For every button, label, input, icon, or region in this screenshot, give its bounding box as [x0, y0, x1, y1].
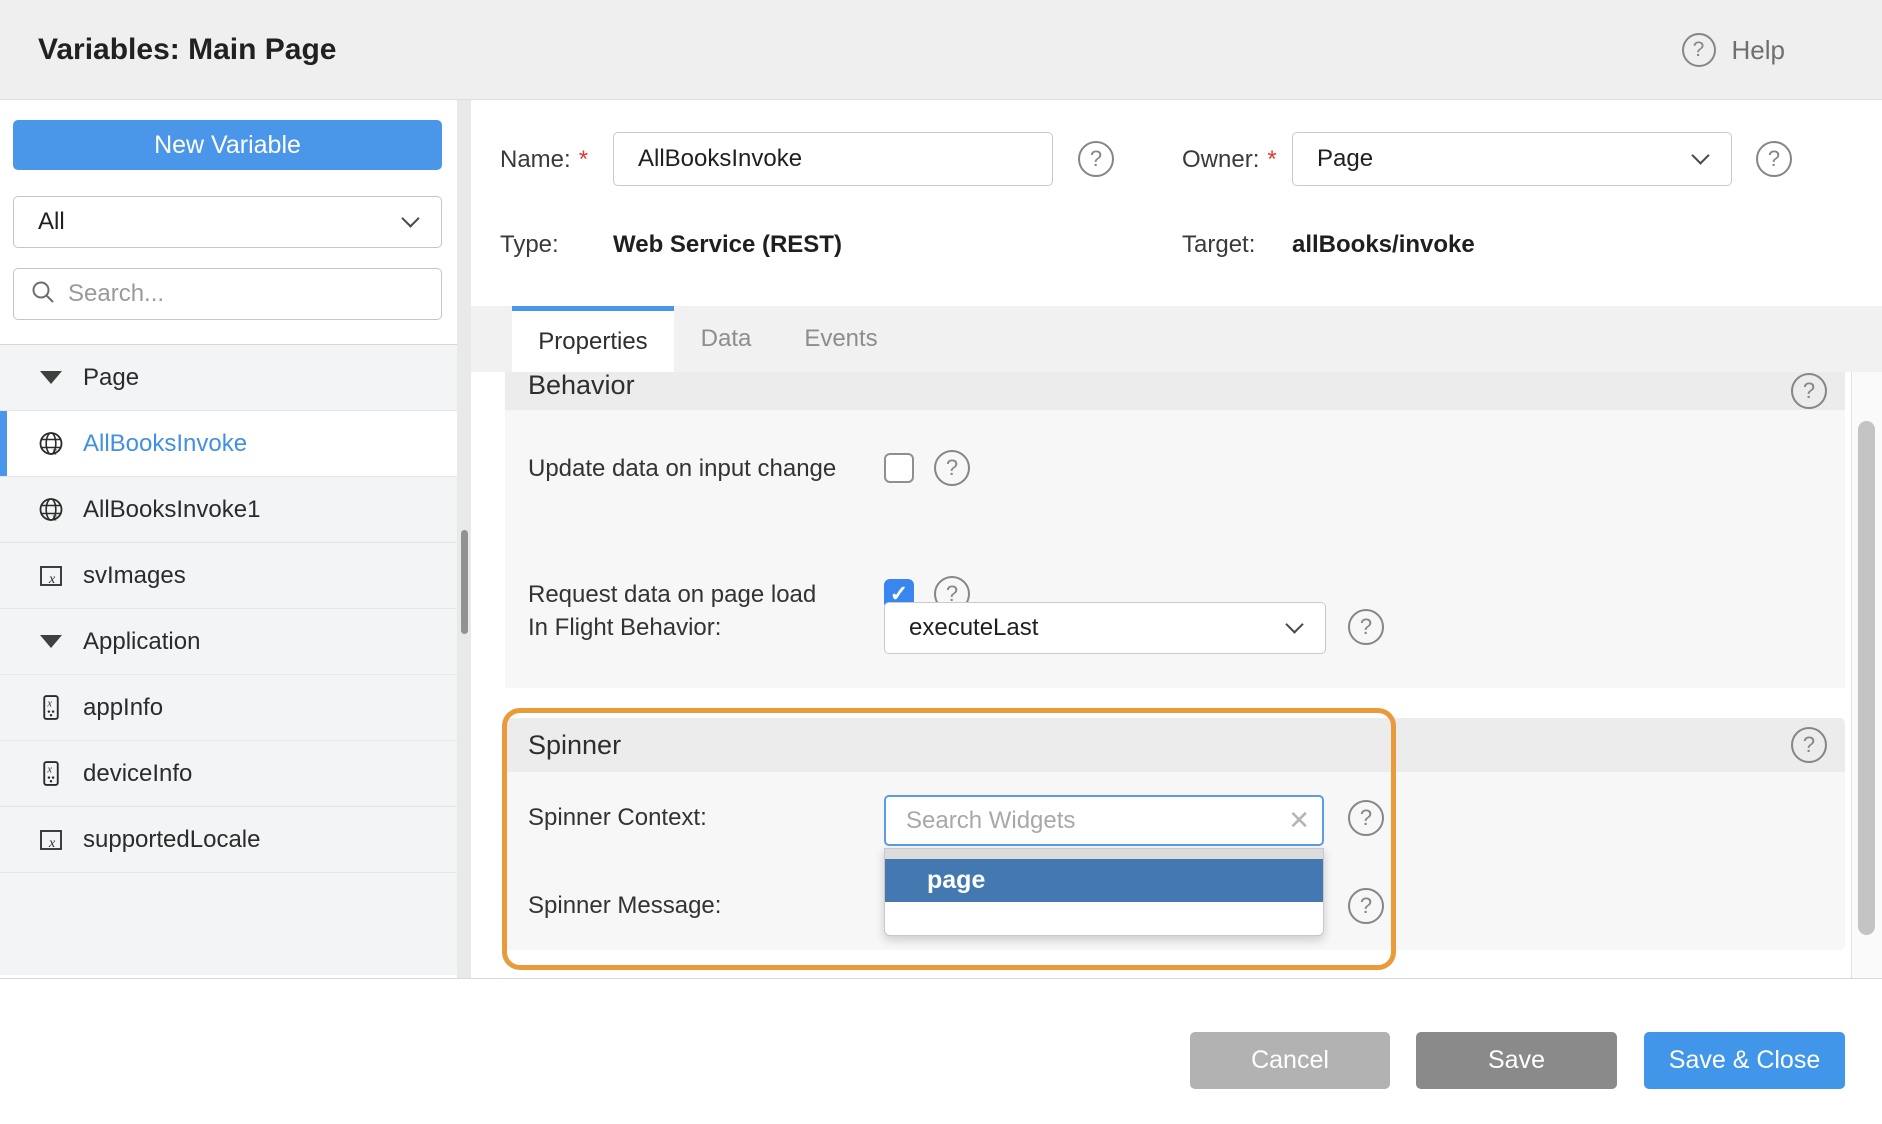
svg-text:x: x	[51, 446, 57, 458]
sidebar-scrollbar-thumb[interactable]	[461, 530, 468, 634]
web-service-icon: x	[38, 496, 64, 523]
dialog-header: Variables: Main Page ? Help	[0, 0, 1882, 100]
target-label: Target:	[1182, 220, 1255, 270]
spinner-context-help-icon[interactable]: ?	[1348, 800, 1384, 836]
name-help-icon[interactable]: ?	[1078, 141, 1114, 177]
tree-item-allbooksinvoke1[interactable]: x AllBooksInvoke1	[0, 477, 457, 543]
svg-text:x: x	[48, 836, 56, 851]
spinner-section-title: Spinner	[528, 718, 621, 772]
tree-item-appinfo[interactable]: x appInfo	[0, 675, 457, 741]
spinner-message-label: Spinner Message:	[528, 881, 721, 931]
collapse-triangle-icon[interactable]	[38, 635, 64, 648]
tree-item-svimages[interactable]: x svImages	[0, 543, 457, 609]
target-value: allBooks/invoke	[1292, 220, 1475, 270]
tree-item-allbooksinvoke[interactable]: x AllBooksInvoke	[0, 411, 457, 477]
variable-search[interactable]	[13, 268, 442, 320]
tree-group-page[interactable]: Page	[0, 345, 457, 411]
tree-item-label: appInfo	[83, 694, 163, 722]
required-asterisk: *	[1267, 146, 1276, 174]
page-title: Variables: Main Page	[38, 0, 336, 100]
search-icon	[30, 279, 56, 310]
chevron-down-icon	[401, 209, 419, 227]
model-variable-icon: x	[38, 760, 64, 787]
in-flight-select[interactable]: executeLast	[884, 602, 1326, 654]
update-data-label: Update data on input change	[528, 444, 836, 494]
dropdown-option-page[interactable]: page	[885, 859, 1323, 902]
tree-item-label: deviceInfo	[83, 760, 192, 788]
type-label: Type:	[500, 220, 559, 270]
tab-properties[interactable]: Properties	[512, 306, 674, 372]
owner-help-icon[interactable]: ?	[1756, 141, 1792, 177]
filter-value: All	[38, 208, 65, 236]
behavior-section-body: Update data on input change ? Request da…	[505, 410, 1845, 688]
static-variable-icon: x	[38, 563, 64, 589]
clear-icon[interactable]: ✕	[1288, 805, 1310, 836]
static-variable-icon: x	[38, 827, 64, 853]
tree-item-deviceinfo[interactable]: x deviceInfo	[0, 741, 457, 807]
svg-text:x: x	[51, 512, 57, 524]
cancel-button[interactable]: Cancel	[1190, 1032, 1390, 1089]
in-flight-help-icon[interactable]: ?	[1348, 609, 1384, 645]
tree-item-label: AllBooksInvoke	[83, 430, 247, 458]
svg-text:x: x	[48, 572, 56, 587]
variables-tree: Page x AllBooksInvoke x AllBooksInvoke1 …	[0, 344, 457, 975]
svg-text:x: x	[46, 698, 52, 709]
help-label: Help	[1732, 35, 1785, 66]
spinner-help-icon[interactable]: ?	[1791, 727, 1827, 763]
save-and-close-button[interactable]: Save & Close	[1644, 1032, 1845, 1089]
footer-divider	[0, 978, 1882, 979]
owner-value: Page	[1317, 145, 1373, 173]
in-flight-value: executeLast	[909, 614, 1038, 642]
tree-empty-area	[0, 873, 457, 975]
tree-item-label: AllBooksInvoke1	[83, 496, 260, 524]
save-button[interactable]: Save	[1416, 1032, 1617, 1089]
variables-sidebar: New Variable All Page x AllBooksInvoke x…	[0, 100, 457, 978]
type-value: Web Service (REST)	[613, 220, 842, 270]
help-button[interactable]: ? Help	[1682, 0, 1785, 100]
tab-data[interactable]: Data	[671, 306, 781, 372]
behavior-help-icon[interactable]: ?	[1791, 373, 1827, 409]
behavior-section-header: Behavior	[505, 372, 1845, 410]
web-service-icon: x	[38, 430, 64, 457]
spinner-section-header: Spinner	[505, 718, 1845, 772]
svg-text:x: x	[46, 764, 52, 775]
update-data-help-icon[interactable]: ?	[934, 450, 970, 486]
required-asterisk: *	[579, 146, 588, 174]
new-variable-button[interactable]: New Variable	[13, 120, 442, 170]
spinner-context-field[interactable]: ✕	[884, 795, 1324, 846]
spinner-context-label: Spinner Context:	[528, 793, 707, 843]
spinner-message-help-icon[interactable]: ?	[1348, 888, 1384, 924]
collapse-triangle-icon[interactable]	[38, 371, 64, 384]
help-question-icon: ?	[1682, 33, 1716, 67]
chevron-down-icon	[1691, 146, 1709, 164]
tree-item-label: svImages	[83, 562, 186, 590]
tree-group-label: Application	[83, 628, 200, 656]
behavior-section-title: Behavior	[528, 372, 635, 410]
owner-select[interactable]: Page	[1292, 132, 1732, 186]
model-variable-icon: x	[38, 694, 64, 721]
spinner-context-dropdown: page	[884, 848, 1324, 936]
properties-scrollbar-thumb[interactable]	[1858, 421, 1875, 935]
name-label: Name:*	[500, 133, 588, 187]
variable-filter-select[interactable]: All	[13, 196, 442, 248]
name-input[interactable]	[613, 132, 1053, 186]
chevron-down-icon	[1285, 615, 1303, 633]
tab-strip: Properties Data Events	[471, 306, 1882, 372]
tab-events[interactable]: Events	[786, 306, 896, 372]
spinner-context-input[interactable]	[886, 807, 1266, 835]
dropdown-top-strip	[885, 849, 1323, 859]
search-input[interactable]	[68, 280, 398, 308]
owner-label: Owner:*	[1182, 133, 1277, 187]
update-data-checkbox[interactable]	[884, 453, 914, 483]
tree-group-application[interactable]: Application	[0, 609, 457, 675]
tree-group-label: Page	[83, 364, 139, 392]
in-flight-label: In Flight Behavior:	[528, 603, 721, 653]
tree-item-label: supportedLocale	[83, 826, 260, 854]
tree-item-supportedlocale[interactable]: x supportedLocale	[0, 807, 457, 873]
